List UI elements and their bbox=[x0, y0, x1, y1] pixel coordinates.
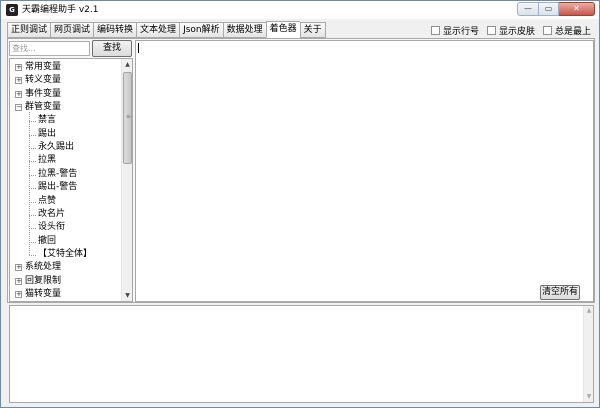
tab-7[interactable]: 关于 bbox=[299, 22, 326, 38]
tree-connector bbox=[29, 214, 36, 216]
grip-icon: ≡ bbox=[126, 113, 132, 120]
tree-node[interactable]: 系统处理 bbox=[25, 261, 61, 274]
tree-leaf[interactable]: 点赞 bbox=[38, 195, 56, 208]
scroll-down-icon[interactable]: ▼ bbox=[584, 392, 594, 402]
tree-leaf[interactable]: 改名片 bbox=[38, 208, 65, 221]
checkbox[interactable] bbox=[430, 26, 440, 35]
tree-connector bbox=[29, 188, 36, 190]
tree-scrollbar[interactable]: ▲ ≡ ▼ bbox=[121, 59, 132, 301]
close-button[interactable]: ✕ bbox=[559, 2, 595, 16]
title-bar[interactable]: G 天霸编程助手 v2.1 — ▭ ✕ bbox=[1, 1, 599, 19]
search-button[interactable]: 查找 bbox=[92, 40, 132, 57]
tree-connector bbox=[29, 121, 36, 123]
tree-node[interactable]: 猫转变量 bbox=[25, 288, 61, 301]
collapse-icon[interactable]: − bbox=[15, 104, 22, 112]
option-label: 总是最上 bbox=[554, 27, 591, 37]
tree-leaf[interactable]: 设头衔 bbox=[38, 221, 65, 234]
window-title: 天霸编程助手 v2.1 bbox=[22, 5, 99, 15]
tab-6[interactable]: 着色器 bbox=[265, 21, 300, 38]
tree-connector bbox=[29, 228, 36, 230]
tab-bar: 正则调试 网页调试 编码转换 文本处理 Json解析 数据处理 着色器 关于 bbox=[7, 21, 326, 38]
expand-icon[interactable]: + bbox=[15, 77, 22, 85]
maximize-button[interactable]: ▭ bbox=[539, 2, 559, 16]
tree-connector bbox=[29, 134, 36, 136]
minimize-icon: — bbox=[524, 4, 532, 13]
tab-0[interactable]: 正则调试 bbox=[7, 22, 51, 38]
app-icon: G bbox=[6, 4, 18, 16]
code-editor[interactable] bbox=[135, 40, 594, 302]
tab-5[interactable]: 数据处理 bbox=[222, 22, 266, 38]
option-1[interactable]: 显示皮肤 bbox=[486, 24, 535, 37]
output-area[interactable] bbox=[9, 305, 594, 403]
tree-leaf[interactable]: 禁言 bbox=[38, 114, 56, 127]
tree-connector bbox=[29, 241, 36, 243]
expand-icon[interactable]: + bbox=[15, 264, 22, 272]
tree-node[interactable]: 常用变量 bbox=[25, 61, 61, 74]
tree-leaf[interactable]: 拉黑-警告 bbox=[38, 168, 77, 181]
expand-icon[interactable]: + bbox=[15, 277, 22, 285]
search-input[interactable] bbox=[9, 41, 90, 56]
tree-connector bbox=[29, 112, 30, 255]
tree-connector bbox=[29, 174, 36, 176]
scroll-up-icon[interactable]: ▲ bbox=[122, 59, 133, 70]
scroll-down-icon[interactable]: ▼ bbox=[122, 290, 133, 301]
expand-icon[interactable]: + bbox=[15, 64, 22, 71]
app-window: G 天霸编程助手 v2.1 — ▭ ✕ 正则调试 网页调试 编码转换 文本处理 Json… bbox=[0, 0, 600, 408]
tree-leaf[interactable]: 踢出 bbox=[38, 128, 56, 141]
output-scrollbar[interactable]: ▲ ▼ bbox=[583, 306, 593, 402]
tree-leaf[interactable]: 撤回 bbox=[38, 235, 56, 248]
option-label: 显示行号 bbox=[442, 27, 479, 37]
tree-node[interactable]: 转义变量 bbox=[25, 74, 61, 87]
tree-connector bbox=[29, 148, 36, 150]
tree-leaf[interactable]: 拉黑 bbox=[38, 154, 56, 167]
expand-icon[interactable]: + bbox=[15, 90, 22, 98]
scroll-thumb[interactable]: ≡ bbox=[123, 72, 132, 164]
window-controls: — ▭ ✕ bbox=[517, 2, 595, 16]
tab-3[interactable]: 文本处理 bbox=[136, 22, 180, 38]
variable-tree[interactable]: 常用变量 + 转义变量 + 事件变量 + 群管变量 − 禁言 踢出 永久踢出 拉黑 拉黑-警告 踢出-警告… bbox=[9, 58, 133, 302]
option-2[interactable]: 总是最上 bbox=[542, 24, 591, 37]
scroll-up-icon[interactable]: ▲ bbox=[584, 306, 594, 316]
tree-node[interactable]: 回复限制 bbox=[25, 275, 61, 288]
tree-leaf[interactable]: 永久踢出 bbox=[38, 141, 74, 154]
tree-node[interactable]: 群管变量 bbox=[25, 101, 61, 114]
tree-leaf[interactable]: 踢出-警告 bbox=[38, 181, 77, 194]
checkbox[interactable] bbox=[542, 26, 552, 35]
option-0[interactable]: 显示行号 bbox=[430, 24, 479, 37]
checkbox[interactable] bbox=[486, 26, 496, 35]
text-caret bbox=[138, 43, 139, 53]
tree-connector bbox=[29, 161, 36, 163]
tree-connector bbox=[29, 254, 36, 256]
minimize-button[interactable]: — bbox=[517, 2, 539, 16]
options-bar: 显示行号 显示皮肤 总是最上 bbox=[430, 24, 591, 37]
option-label: 显示皮肤 bbox=[498, 27, 535, 37]
maximize-icon: ▭ bbox=[544, 4, 553, 13]
tree-connector bbox=[29, 201, 36, 203]
close-icon: ✕ bbox=[573, 4, 580, 13]
expand-icon[interactable]: + bbox=[15, 290, 22, 298]
tab-2[interactable]: 编码转换 bbox=[93, 22, 137, 38]
tree-node[interactable]: 事件变量 bbox=[25, 88, 61, 101]
tree-leaf[interactable]: 【艾特全体】 bbox=[38, 248, 92, 261]
tab-4[interactable]: Json解析 bbox=[179, 22, 223, 38]
clear-all-button[interactable]: 清空所有 bbox=[540, 285, 580, 300]
tab-1[interactable]: 网页调试 bbox=[50, 22, 94, 38]
